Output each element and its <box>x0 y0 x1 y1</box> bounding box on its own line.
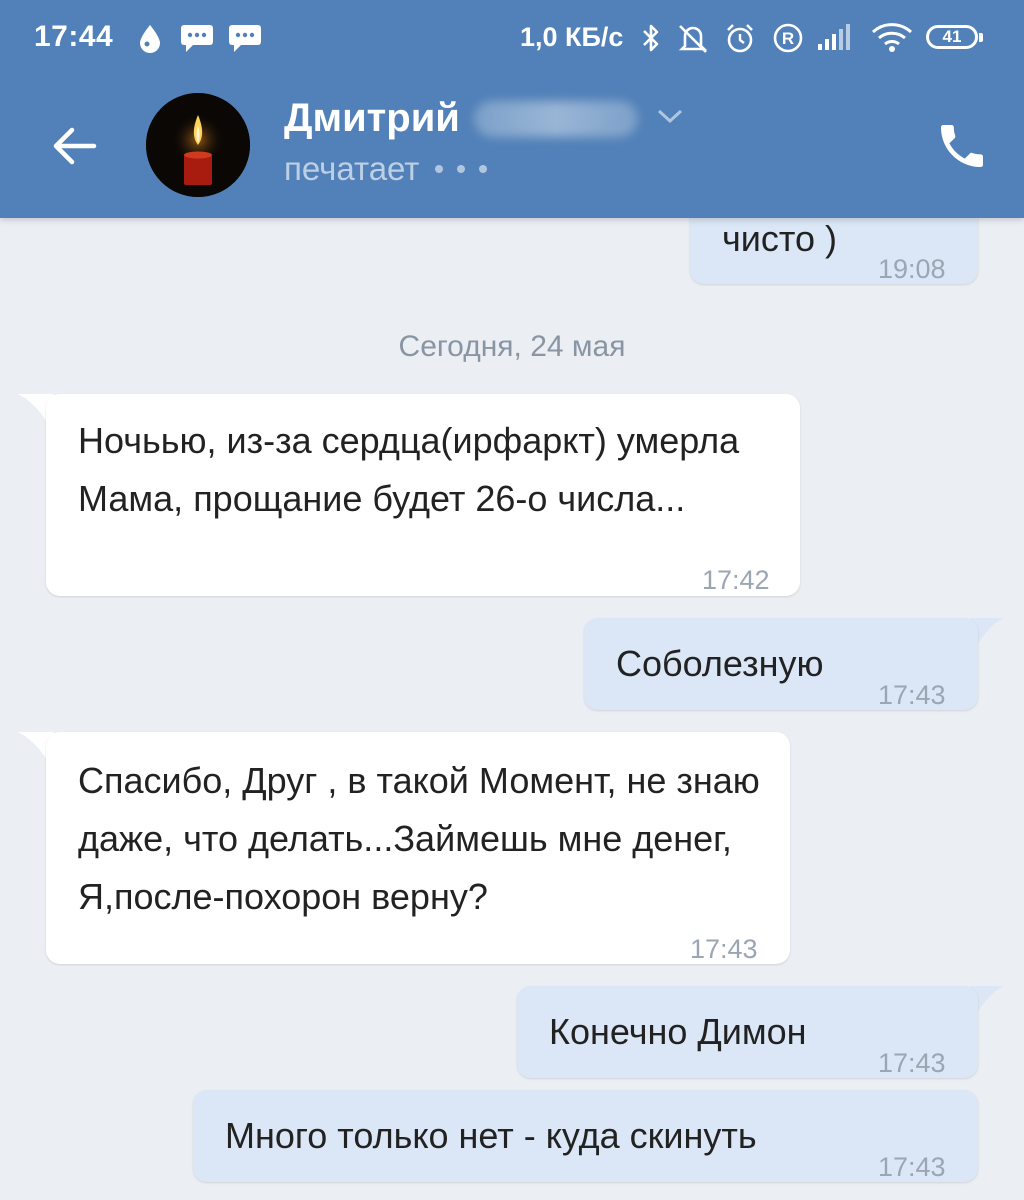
blurred-surname <box>473 100 638 137</box>
incoming-message[interactable]: Спасибо, Друг , в такой Момент, не знаю … <box>46 732 790 964</box>
svg-text:R: R <box>782 29 794 48</box>
message-text: Много только нет - куда скинуть <box>225 1115 757 1156</box>
message-icon <box>228 20 262 56</box>
message-time: 19:08 <box>878 254 946 284</box>
back-arrow-icon[interactable] <box>46 118 102 174</box>
contact-name[interactable]: Дмитрий <box>284 96 460 141</box>
message-time: 17:43 <box>878 1152 946 1182</box>
bell-off-icon <box>676 20 710 56</box>
outgoing-message[interactable]: Конечно Димон 17:43 <box>517 986 978 1078</box>
typing-indicator: печатает <box>284 150 488 188</box>
message-text: Конечно Димон <box>549 1011 807 1052</box>
drop-icon <box>138 20 162 56</box>
alarm-icon <box>724 20 756 56</box>
typing-status: печатает <box>284 150 420 187</box>
network-speed: 1,0 КБ/с <box>520 22 624 52</box>
chat-header: 17:44 1,0 КБ/с R 41 Дмитрий печатает <box>0 0 1024 218</box>
message-text: Спасибо, Друг , в такой Момент, не знаю … <box>78 760 760 917</box>
status-bar: 17:44 1,0 КБ/с R 41 <box>0 0 1024 78</box>
message-icon <box>180 20 214 56</box>
outgoing-message[interactable]: Много только нет - куда скинуть 17:43 <box>193 1090 978 1182</box>
contact-name-row[interactable]: Дмитрий <box>284 96 684 141</box>
avatar[interactable] <box>146 93 250 197</box>
message-time: 17:43 <box>878 1048 946 1078</box>
signal-icon <box>816 20 858 56</box>
message-time: 17:43 <box>690 934 758 964</box>
wifi-icon <box>870 20 914 56</box>
message-time: 17:43 <box>878 680 946 710</box>
message-text: Соболезную <box>616 643 824 684</box>
status-time: 17:44 <box>34 20 114 53</box>
r-icon: R <box>772 20 804 56</box>
message-time: 17:42 <box>702 565 770 595</box>
typing-dots <box>435 165 488 173</box>
chevron-down-icon[interactable] <box>656 107 684 130</box>
bluetooth-icon <box>640 20 662 56</box>
date-separator: Сегодня, 24 мая <box>398 330 626 363</box>
battery-icon: 41 <box>926 25 983 49</box>
outgoing-message[interactable]: Соболезную 17:43 <box>584 618 978 710</box>
message-text: чисто ) <box>722 218 837 259</box>
incoming-message[interactable]: Ночьью, из-за сердца(ирфаркт) умерла Мам… <box>46 394 800 596</box>
phone-icon[interactable] <box>934 118 990 174</box>
message-text: Ночьью, из-за сердца(ирфаркт) умерла Мам… <box>78 420 740 519</box>
